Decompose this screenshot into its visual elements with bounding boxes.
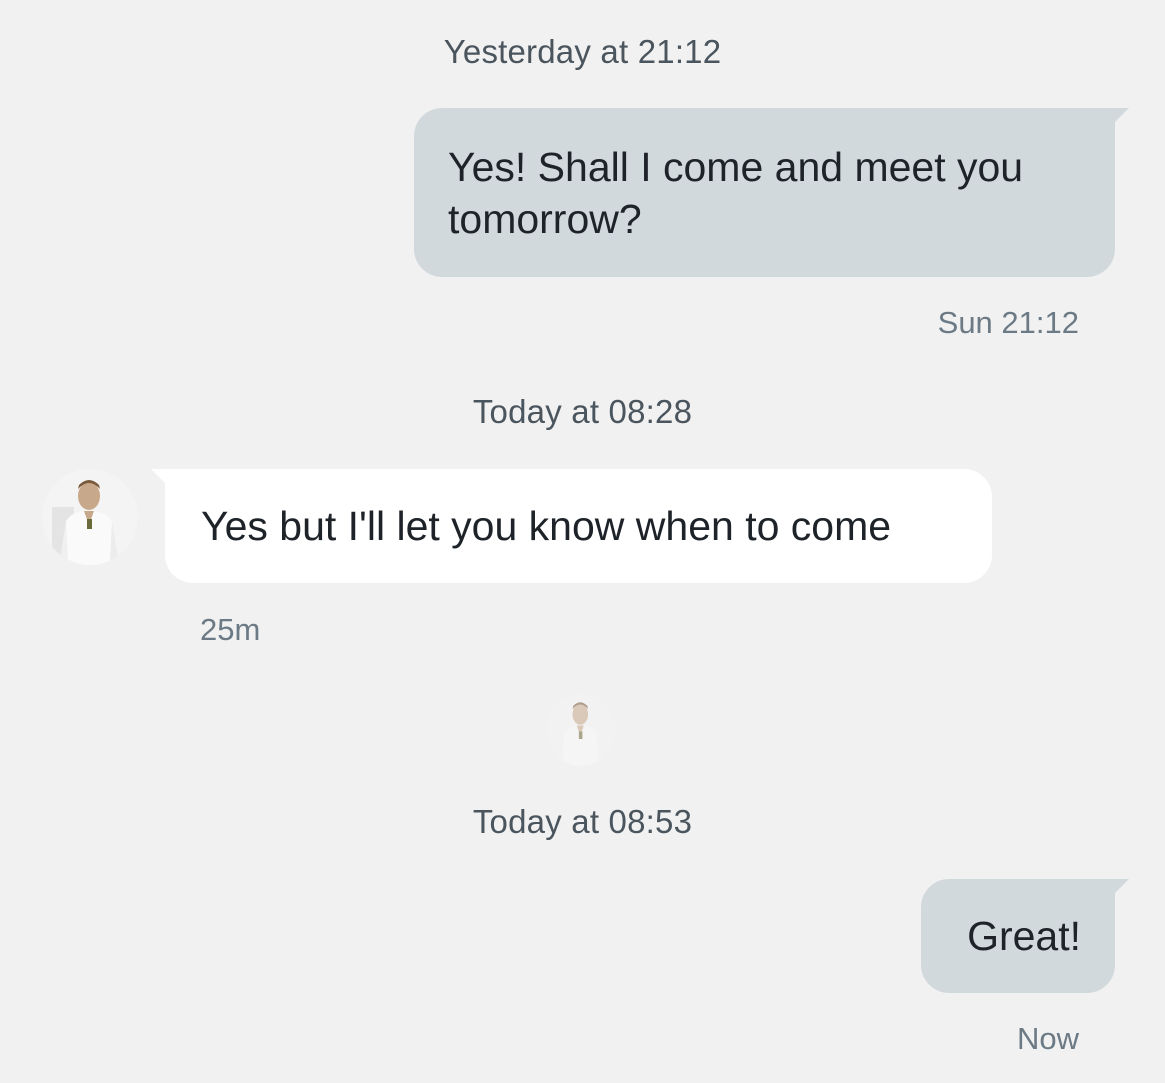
contact-avatar-icon[interactable] [42, 469, 138, 565]
incoming-message-bubble[interactable]: Yes but I'll let you know when to come [165, 469, 992, 583]
date-separator: Today at 08:28 [472, 393, 693, 430]
outgoing-message-bubble[interactable]: Great! [921, 879, 1115, 993]
date-separator: Yesterday at 21:12 [443, 33, 722, 70]
message-timestamp: Sun 21:12 [937, 305, 1079, 340]
message-text-line: Yes! Shall I come and meet you [448, 144, 1024, 190]
message-timestamp: Now [1016, 1021, 1079, 1056]
chat-thread: Yesterday at 21:12 Yes! Shall I come and… [0, 0, 1165, 1083]
message-text-line: tomorrow? [448, 196, 642, 242]
message-text: Yes but I'll let you know when to come [201, 503, 892, 549]
message-text: Great! [967, 913, 1081, 959]
date-separator: Today at 08:53 [472, 803, 693, 840]
seen-avatar-icon [547, 694, 615, 766]
message-timestamp: 25m [200, 612, 261, 647]
outgoing-message-bubble[interactable]: Yes! Shall I come and meet you tomorrow? [414, 108, 1115, 277]
